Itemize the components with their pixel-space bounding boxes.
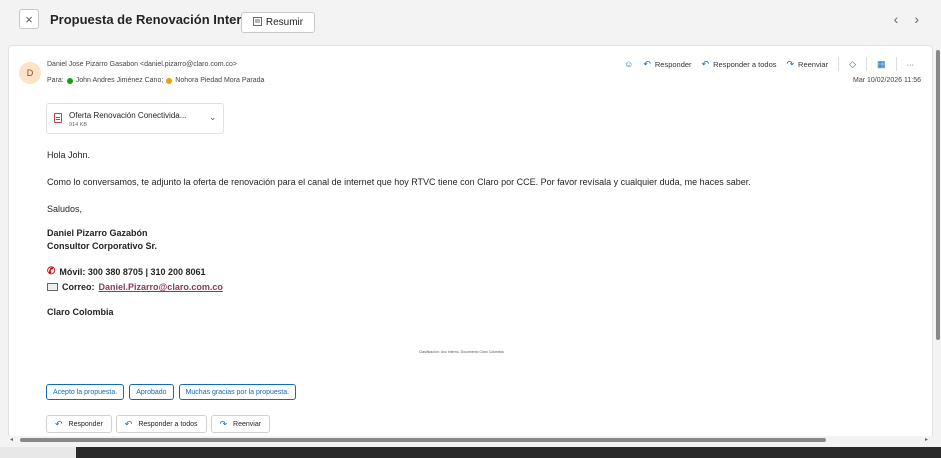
summarize-icon: [252, 16, 262, 29]
divider: [865, 57, 867, 71]
reading-pane-header: × Propuesta de Renovación Internet CCE R…: [0, 0, 941, 40]
vertical-scrollbar-thumb[interactable]: [936, 50, 940, 340]
bottom-reply-all-button[interactable]: ↶ Responder a todos: [115, 415, 207, 433]
signature-name: Daniel Pizarro Gazabón: [47, 228, 148, 238]
summarize-label: Resumir: [265, 17, 304, 28]
attachment-name: Oferta Renovación Conectivida...: [69, 111, 187, 120]
close-button[interactable]: ×: [19, 9, 39, 29]
bottom-forward-button[interactable]: ↷ Reenviar: [210, 415, 271, 433]
received-date: Mar 10/02/2026 11:56: [853, 77, 921, 84]
scroll-right-icon[interactable]: ▸: [925, 436, 928, 443]
mail-icon: [47, 283, 58, 291]
reply-all-icon: ↶: [701, 58, 710, 69]
forward-button[interactable]: ↷ Reenviar: [787, 59, 829, 70]
forward-label: Reenviar: [798, 59, 829, 69]
bottom-reply-all-label: Responder a todos: [138, 420, 198, 428]
summarize-button[interactable]: Resumir: [241, 12, 315, 33]
forward-icon: ↷: [219, 418, 228, 429]
reply-icon: ↶: [55, 418, 63, 429]
divider: [895, 57, 897, 71]
suggested-replies: Acepto la propuesta. Aprobado Muchas gra…: [46, 384, 297, 400]
reply-icon: ↶: [643, 58, 651, 69]
reply-button[interactable]: ↶ Responder: [643, 59, 691, 70]
to-label: Para:: [47, 77, 64, 84]
classification-note: Clasificación: Uso Interno. Documento Cl…: [419, 350, 504, 354]
taskbar-dark-region: [76, 447, 941, 458]
signature-phone: ✆ Móvil: 300 380 8705 | 310 200 8061: [47, 266, 206, 277]
signature-email: Correo: Daniel.Pizarro@claro.com.co: [47, 282, 223, 292]
body-paragraph: Como lo conversamos, te adjunto la ofert…: [47, 177, 751, 187]
reply-all-icon: ↶: [124, 418, 133, 429]
divider: [838, 57, 840, 71]
chevron-down-icon[interactable]: ⌄: [209, 112, 217, 123]
horizontal-scrollbar[interactable]: ◂ ▸: [0, 436, 941, 444]
more-actions-icon[interactable]: ···: [907, 60, 915, 69]
reply-label: Responder: [654, 59, 692, 69]
close-icon: ×: [25, 11, 33, 27]
recipient-2[interactable]: Nohora Piedad Mora Parada: [175, 77, 264, 84]
message-actions: ☺ ↶ Responder ↶ Responder a todos ↷ Reen…: [624, 57, 914, 71]
scroll-left-icon[interactable]: ◂: [10, 436, 13, 443]
bottom-reply-label: Responder: [68, 420, 103, 428]
apps-grid-icon[interactable]: ▦: [877, 59, 886, 70]
previous-message-icon[interactable]: ‹: [894, 11, 899, 27]
signature-company: Claro Colombia: [47, 307, 114, 317]
message-navigation: ‹ ›: [894, 11, 919, 27]
suggested-reply-2[interactable]: Aprobado: [129, 384, 174, 400]
copilot-icon[interactable]: ◇: [849, 59, 856, 70]
phone-icon: ✆: [47, 266, 56, 277]
signature-phone-text: Móvil: 300 380 8705 | 310 200 8061: [59, 266, 206, 277]
signature-email-label: Correo:: [62, 282, 95, 292]
bottom-actions: ↶ Responder ↶ Responder a todos ↷ Reenvi…: [46, 415, 271, 433]
greeting: Hola John.: [47, 150, 91, 160]
recipients-line: Para: John Andres Jiménez Cano; Nohora P…: [47, 77, 264, 84]
presence-available-icon: [66, 77, 73, 84]
signature-title: Consultor Corporativo Sr.: [47, 241, 158, 251]
bottom-forward-label: Reenviar: [233, 420, 262, 428]
emoji-reaction-icon[interactable]: ☺: [624, 59, 633, 69]
sender[interactable]: Daniel Jose Pizarro Gasabon <daniel.piza…: [47, 61, 237, 68]
attachment-card[interactable]: Oferta Renovación Conectivida... 914 KB …: [46, 103, 224, 134]
bottom-reply-button[interactable]: ↶ Responder: [46, 415, 112, 433]
suggested-reply-3[interactable]: Muchas gracias por la propuesta.: [178, 384, 297, 400]
suggested-reply-1[interactable]: Acepto la propuesta.: [46, 384, 125, 400]
signature-email-link[interactable]: Daniel.Pizarro@claro.com.co: [99, 282, 223, 292]
reply-all-label: Responder a todos: [713, 59, 777, 69]
message-card: D Daniel Jose Pizarro Gasabon <daniel.pi…: [8, 45, 933, 438]
pdf-icon: [54, 113, 62, 123]
attachment-size: 914 KB: [69, 122, 88, 128]
reply-all-button[interactable]: ↶ Responder a todos: [702, 59, 777, 70]
recipient-1[interactable]: John Andres Jiménez Cano;: [76, 77, 164, 84]
avatar[interactable]: D: [19, 62, 41, 84]
closing: Saludos,: [47, 204, 83, 214]
next-message-icon[interactable]: ›: [914, 11, 919, 27]
horizontal-scrollbar-thumb[interactable]: [20, 438, 826, 442]
presence-away-icon: [166, 77, 173, 84]
forward-icon: ↷: [786, 58, 795, 69]
